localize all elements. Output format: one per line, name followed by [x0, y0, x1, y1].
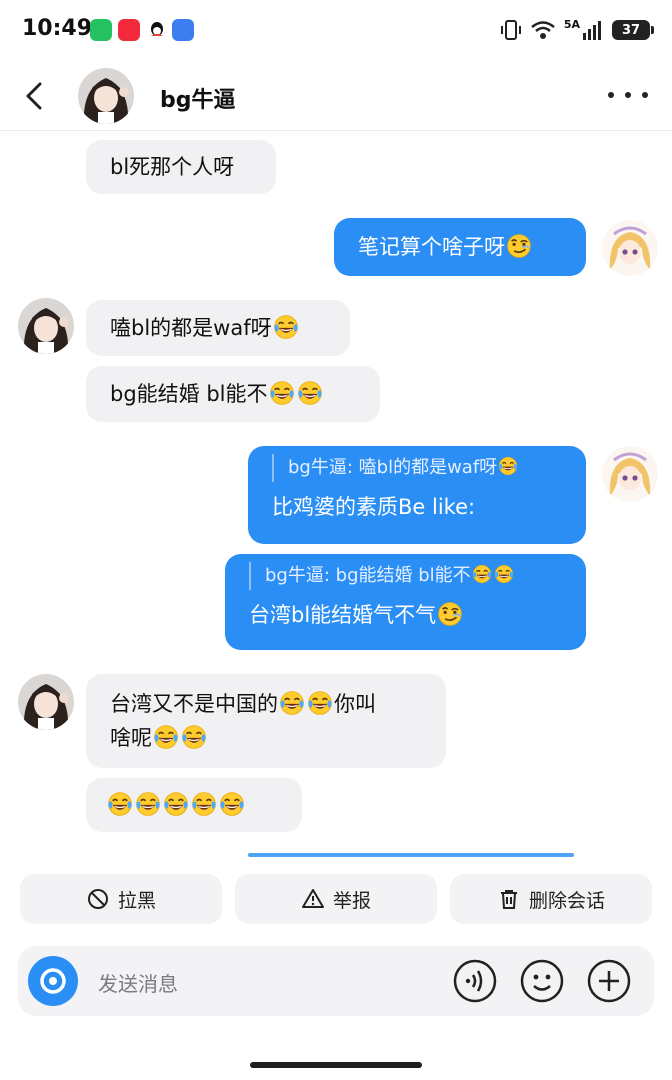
status-right: 5A 37 — [500, 16, 654, 44]
battery-level: 37 — [621, 22, 641, 38]
my-avatar[interactable] — [602, 446, 658, 502]
plus-icon — [587, 959, 631, 1003]
vibrate-icon — [500, 20, 521, 40]
emoji-button[interactable] — [519, 958, 565, 1004]
laugh-cry-emoji — [307, 690, 333, 716]
more-button[interactable] — [608, 80, 648, 110]
message-text: 啥呢 — [110, 726, 152, 750]
back-button[interactable] — [18, 76, 54, 116]
laugh-cry-emoji — [279, 690, 305, 716]
voice-icon — [453, 959, 497, 1003]
message-text: bg能结婚 bl能不 — [110, 382, 268, 406]
laugh-cry-emoji — [135, 791, 161, 817]
battery-icon: 37 — [612, 20, 654, 40]
laugh-cry-emoji — [219, 791, 245, 817]
partial-message-edge — [248, 853, 574, 857]
wifi-icon — [531, 21, 555, 39]
laugh-cry-emoji — [297, 380, 323, 406]
message-text: 笔记算个啥子呀 — [358, 235, 505, 259]
chat-title: bg牛逼 — [160, 88, 236, 113]
camera-icon — [40, 968, 66, 994]
smirk-emoji — [437, 601, 463, 627]
header-avatar[interactable] — [78, 68, 134, 124]
home-indicator[interactable] — [250, 1062, 422, 1068]
laugh-cry-emoji — [498, 456, 518, 476]
laugh-cry-emoji — [181, 724, 207, 750]
message-app-icon — [172, 19, 194, 41]
report-label: 举报 — [332, 889, 371, 912]
signal-icon — [583, 21, 601, 40]
smirk-emoji — [506, 233, 532, 259]
block-button[interactable]: 拉黑 — [20, 874, 222, 924]
message-text: 台湾bl能结婚气不气 — [249, 603, 437, 627]
message-input-bar: 发送消息 — [18, 946, 654, 1016]
laugh-cry-emoji — [269, 380, 295, 406]
laugh-cry-emoji — [107, 791, 133, 817]
delete-label: 删除会话 — [528, 889, 605, 912]
message-input[interactable]: 发送消息 — [98, 968, 178, 997]
message-bubble-incoming[interactable]: bg能结婚 bl能不 — [86, 366, 380, 422]
block-label: 拉黑 — [117, 889, 156, 912]
chat-header: bg牛逼 — [0, 60, 672, 131]
quoted-text: bg牛逼: bg能结婚 bl能不 — [265, 565, 471, 586]
status-time: 10:49 — [22, 16, 93, 41]
status-bar: 10:49 5A 37 — [0, 0, 672, 60]
laugh-cry-emoji — [153, 724, 179, 750]
message-text: 你叫 — [334, 692, 376, 716]
message-bubble-outgoing-reply[interactable]: bg牛逼: bg能结婚 bl能不 台湾bl能结婚气不气 — [225, 554, 586, 650]
laugh-cry-emoji — [472, 564, 492, 584]
message-text: 比鸡婆的素质Be like: — [272, 495, 476, 519]
quoted-message[interactable]: bg牛逼: 嗑bl的都是waf呀 — [272, 454, 562, 482]
qq-icon — [146, 19, 168, 41]
more-icon — [608, 92, 614, 98]
camera-button[interactable] — [28, 956, 78, 1006]
network-label: 5A — [563, 17, 580, 31]
my-avatar[interactable] — [602, 220, 658, 276]
report-button[interactable]: 举报 — [235, 874, 437, 924]
quoted-text: bg牛逼: 嗑bl的都是waf呀 — [288, 457, 498, 478]
message-text: bl死那个人呀 — [110, 155, 235, 179]
message-bubble-incoming[interactable]: 嗑bl的都是waf呀 — [86, 300, 350, 356]
contact-avatar[interactable] — [18, 298, 74, 354]
quoted-message[interactable]: bg牛逼: bg能结婚 bl能不 — [249, 562, 562, 590]
message-bubble-incoming[interactable] — [86, 778, 302, 832]
ban-icon — [87, 889, 108, 909]
wechat-icon — [90, 19, 112, 41]
add-button[interactable] — [586, 958, 632, 1004]
delete-conversation-button[interactable]: 删除会话 — [450, 874, 652, 924]
warning-icon — [301, 889, 324, 908]
voice-button[interactable] — [452, 958, 498, 1004]
xiaohongshu-icon — [118, 19, 140, 41]
message-bubble-outgoing[interactable]: 笔记算个啥子呀 — [334, 218, 586, 276]
laugh-cry-emoji — [273, 314, 299, 340]
message-text: 台湾又不是中国的 — [110, 692, 278, 716]
laugh-cry-emoji — [494, 564, 514, 584]
laugh-cry-emoji — [163, 791, 189, 817]
laugh-cry-emoji — [191, 791, 217, 817]
message-bubble-incoming[interactable]: bl死那个人呀 — [86, 140, 276, 194]
trash-icon — [500, 890, 517, 909]
emoji-icon — [520, 959, 564, 1003]
message-bubble-outgoing-reply[interactable]: bg牛逼: 嗑bl的都是waf呀 比鸡婆的素质Be like: — [248, 446, 586, 544]
contact-avatar[interactable] — [18, 674, 74, 730]
message-text: 嗑bl的都是waf呀 — [110, 316, 272, 340]
message-bubble-incoming[interactable]: 台湾又不是中国的 你叫 啥呢 — [86, 674, 446, 768]
back-icon — [26, 82, 42, 110]
